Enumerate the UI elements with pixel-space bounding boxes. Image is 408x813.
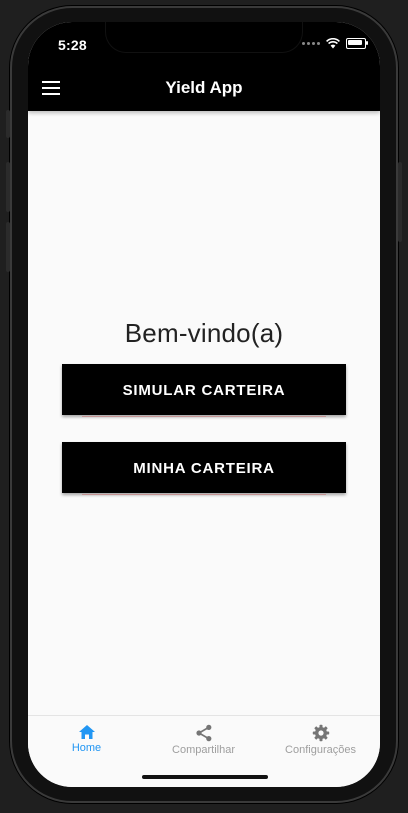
share-icon — [195, 724, 211, 742]
home-icon — [78, 725, 95, 739]
app-title: Yield App — [165, 78, 243, 97]
simulate-wallet-button[interactable]: SIMULAR CARTEIRA — [62, 364, 346, 417]
app-bar: Yield App — [28, 66, 380, 111]
volume-down-button — [6, 222, 10, 272]
notch — [106, 22, 302, 52]
mute-switch — [6, 110, 10, 138]
nav-item-settings[interactable]: Configurações — [262, 724, 379, 756]
nav-label-home: Home — [71, 742, 102, 754]
gear-icon — [312, 724, 329, 742]
nav-label-settings: Configurações — [285, 744, 356, 756]
status-bar: 5:28 — [28, 22, 380, 66]
app-screen: 5:28 Yield App Bem-vindo(a) SIMULAR CART… — [28, 22, 380, 787]
nav-label-share: Compartilhar — [172, 744, 235, 756]
battery-icon — [346, 38, 368, 49]
status-icons — [302, 38, 368, 49]
power-button — [398, 162, 402, 242]
signal-icon — [302, 42, 320, 45]
nav-item-home[interactable]: Home — [28, 724, 145, 754]
wifi-icon — [326, 38, 340, 49]
my-wallet-button[interactable]: MINHA CARTEIRA — [62, 442, 346, 495]
volume-up-button — [6, 162, 10, 212]
welcome-heading: Bem-vindo(a) — [124, 318, 284, 348]
status-time: 5:28 — [58, 37, 87, 53]
home-indicator[interactable] — [142, 775, 268, 779]
nav-item-share[interactable]: Compartilhar — [145, 724, 262, 756]
